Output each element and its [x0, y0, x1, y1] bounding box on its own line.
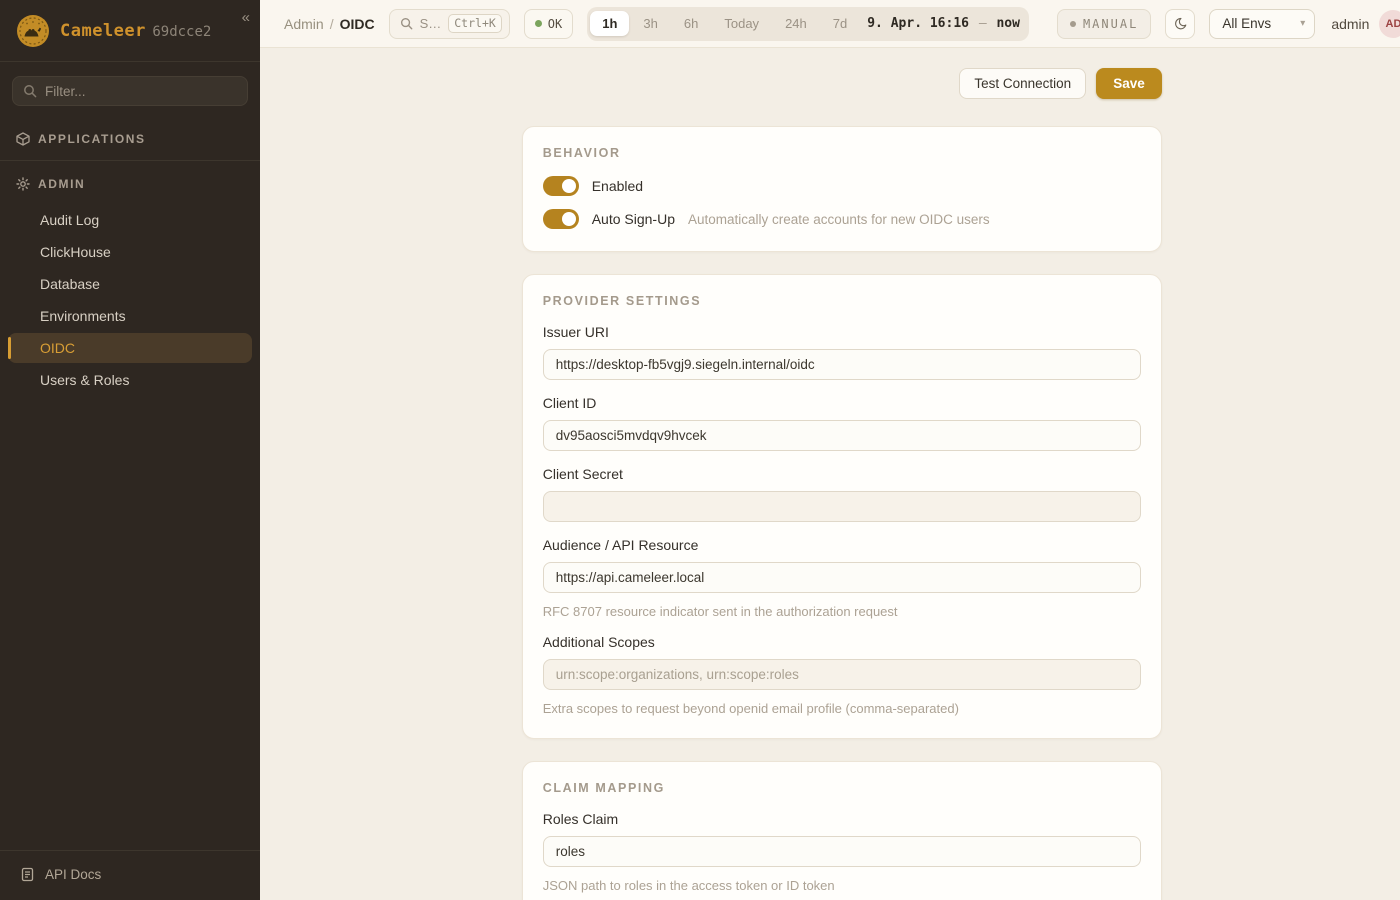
time-range-7d[interactable]: 7d — [821, 11, 859, 36]
sidebar-section-applications[interactable]: APPLICATIONS — [0, 122, 260, 156]
additional-scopes-label: Additional Scopes — [543, 634, 1141, 650]
breadcrumb-admin[interactable]: Admin — [284, 16, 324, 32]
global-search-button[interactable]: S… Ctrl+K — [389, 9, 510, 39]
user-name: admin — [1331, 16, 1369, 32]
additional-scopes-input[interactable] — [543, 659, 1141, 690]
auto-signup-toggle-label: Auto Sign-Up — [592, 211, 675, 227]
sidebar-item-users-roles[interactable]: Users & Roles — [8, 365, 252, 395]
sidebar-section-admin[interactable]: ADMIN — [0, 167, 260, 201]
sidebar: Cameleer 69dcce2 « Filter... APPLICATION… — [0, 0, 260, 900]
section-label: ADMIN — [38, 177, 85, 191]
sidebar-collapse-icon[interactable]: « — [242, 10, 250, 25]
client-secret-input[interactable] — [543, 491, 1141, 522]
time-range-1h[interactable]: 1h — [590, 11, 629, 36]
save-button[interactable]: Save — [1096, 68, 1162, 99]
section-label: APPLICATIONS — [38, 132, 146, 146]
enabled-toggle-label: Enabled — [592, 178, 643, 194]
sidebar-divider — [0, 160, 260, 161]
sidebar-item-clickhouse[interactable]: ClickHouse — [8, 237, 252, 267]
audience-label: Audience / API Resource — [543, 537, 1141, 553]
time-from: 9. Apr. 16:16 — [867, 16, 969, 31]
time-separator: – — [977, 16, 989, 31]
audience-input[interactable] — [543, 562, 1141, 593]
additional-scopes-hint: Extra scopes to request beyond openid em… — [543, 701, 1141, 716]
status-ok-button[interactable]: OK — [524, 9, 573, 39]
cameleer-logo-icon — [16, 14, 50, 48]
auto-signup-toggle[interactable] — [543, 209, 579, 229]
enabled-toggle[interactable] — [543, 176, 579, 196]
toggle-knob — [562, 212, 576, 226]
claims-card-title: CLAIM MAPPING — [543, 781, 1141, 795]
gear-icon — [16, 177, 30, 191]
roles-claim-input[interactable] — [543, 836, 1141, 867]
behavior-card: BEHAVIOR Enabled Auto Sign-Up Automatica… — [522, 126, 1162, 252]
time-range-6h[interactable]: 6h — [672, 11, 710, 36]
client-id-input[interactable] — [543, 420, 1141, 451]
sidebar-nav: Audit Log ClickHouse Database Environmen… — [0, 201, 260, 399]
dark-mode-toggle-button[interactable] — [1165, 9, 1195, 39]
provider-card-title: PROVIDER SETTINGS — [543, 294, 1141, 308]
auto-signup-toggle-row: Auto Sign-Up Automatically create accoun… — [543, 209, 1141, 229]
manual-label: MANUAL — [1083, 17, 1138, 31]
behavior-card-title: BEHAVIOR — [543, 146, 1141, 160]
issuer-uri-input[interactable] — [543, 349, 1141, 380]
environment-select[interactable]: All Envs ▾ — [1209, 9, 1315, 39]
topbar: Admin / OIDC S… Ctrl+K OK 1h 3h 6h Today… — [260, 0, 1400, 48]
sidebar-filter-input[interactable]: Filter... — [12, 76, 248, 106]
cube-icon — [16, 132, 30, 146]
time-range-3h[interactable]: 3h — [631, 11, 669, 36]
roles-claim-hint: JSON path to roles in the access token o… — [543, 878, 1141, 893]
manual-dot-icon — [1070, 21, 1076, 27]
roles-claim-label: Roles Claim — [543, 811, 1141, 827]
environment-select-value: All Envs — [1222, 16, 1271, 31]
breadcrumb-separator: / — [330, 16, 334, 32]
auto-signup-hint: Automatically create accounts for new OI… — [688, 212, 990, 227]
breadcrumb: Admin / OIDC — [284, 16, 375, 32]
filter-placeholder: Filter... — [45, 84, 86, 99]
toggle-knob — [562, 179, 576, 193]
audience-hint: RFC 8707 resource indicator sent in the … — [543, 604, 1141, 619]
main-area: Admin / OIDC S… Ctrl+K OK 1h 3h 6h Today… — [260, 0, 1400, 900]
sidebar-item-oidc[interactable]: OIDC — [8, 333, 252, 363]
app-title: Cameleer 69dcce2 — [60, 21, 211, 41]
provider-settings-card: PROVIDER SETTINGS Issuer URI Client ID C… — [522, 274, 1162, 739]
user-area: admin AD — [1331, 10, 1400, 38]
enabled-toggle-row: Enabled — [543, 176, 1141, 196]
search-label: S… — [420, 16, 442, 31]
sidebar-header: Cameleer 69dcce2 « — [0, 0, 260, 62]
client-secret-label: Client Secret — [543, 466, 1141, 482]
page-actions: Test Connection Save — [522, 68, 1162, 99]
chevron-down-icon: ▾ — [1300, 18, 1305, 29]
time-to: now — [996, 16, 1019, 31]
time-range-segmented-control: 1h 3h 6h Today 24h 7d 9. Apr. 16:16 – no… — [587, 7, 1029, 41]
time-range-24h[interactable]: 24h — [773, 11, 819, 36]
breadcrumb-page: OIDC — [340, 16, 375, 32]
sidebar-item-database[interactable]: Database — [8, 269, 252, 299]
status-label: OK — [548, 17, 562, 31]
sidebar-filter-wrap: Filter... — [0, 62, 260, 122]
search-icon — [400, 17, 413, 30]
avatar[interactable]: AD — [1379, 10, 1400, 38]
sidebar-item-audit-log[interactable]: Audit Log — [8, 205, 252, 235]
claim-mapping-card: CLAIM MAPPING Roles Claim JSON path to r… — [522, 761, 1162, 900]
moon-icon — [1172, 16, 1188, 32]
sidebar-api-docs-link[interactable]: API Docs — [0, 850, 260, 900]
time-range-custom[interactable]: 9. Apr. 16:16 – now — [861, 16, 1026, 31]
app-version: 69dcce2 — [152, 24, 211, 40]
search-shortcut-kbd: Ctrl+K — [448, 14, 502, 33]
settings-scroll-area: Test Connection Save BEHAVIOR Enabled Au… — [260, 48, 1400, 900]
app-name: Cameleer — [60, 21, 146, 41]
client-id-label: Client ID — [543, 395, 1141, 411]
search-icon — [23, 84, 37, 98]
time-range-today[interactable]: Today — [712, 11, 771, 36]
api-docs-label: API Docs — [45, 867, 101, 882]
status-dot-icon — [535, 20, 542, 27]
sidebar-item-environments[interactable]: Environments — [8, 301, 252, 331]
document-icon — [20, 867, 35, 882]
manual-refresh-button[interactable]: MANUAL — [1057, 9, 1151, 39]
test-connection-button[interactable]: Test Connection — [959, 68, 1086, 99]
issuer-uri-label: Issuer URI — [543, 324, 1141, 340]
